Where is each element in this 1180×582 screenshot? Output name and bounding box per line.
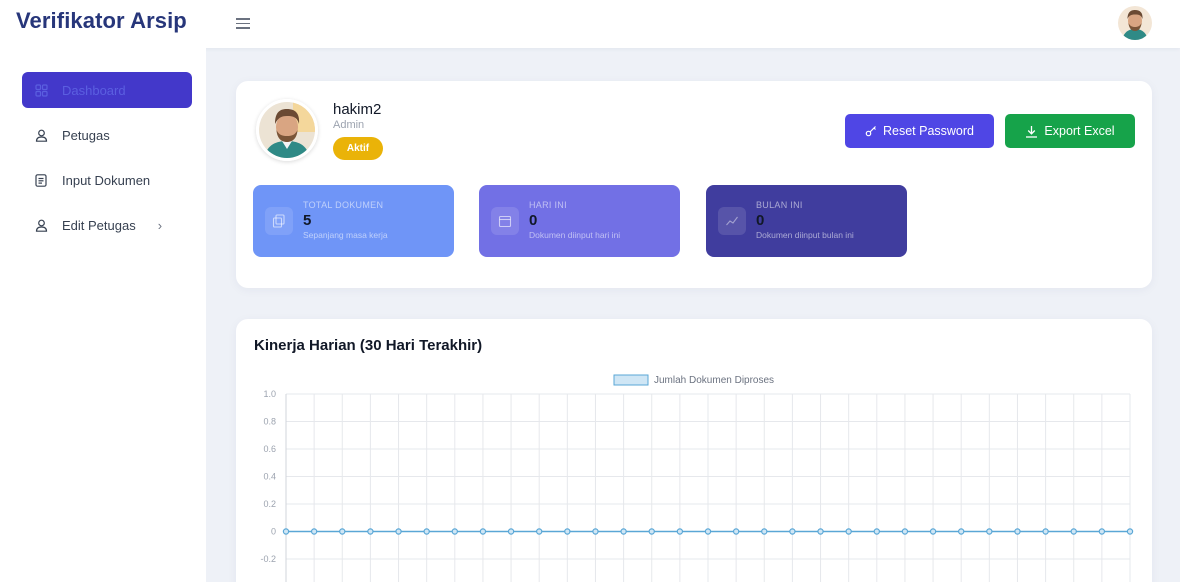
stat-value: 5 bbox=[303, 212, 312, 229]
sidebar-item-label: Input Dokumen bbox=[62, 172, 151, 188]
data-point bbox=[958, 528, 965, 535]
sidebar-item-edit-petugas[interactable]: Edit Petugas › bbox=[22, 207, 192, 243]
data-point bbox=[761, 528, 768, 535]
export-excel-button[interactable]: Export Excel bbox=[1005, 114, 1135, 148]
stat-card-total-dokumen: TOTAL DOKUMEN 5 Sepanjang masa kerja bbox=[253, 185, 454, 257]
data-point bbox=[282, 528, 290, 535]
user-icon bbox=[34, 218, 48, 232]
data-point bbox=[929, 528, 937, 535]
y-tick-label: 0 bbox=[271, 527, 276, 537]
data-point bbox=[620, 528, 627, 535]
data-point bbox=[817, 528, 824, 535]
data-point bbox=[367, 528, 374, 535]
legend-label: Jumlah Dokumen Diproses bbox=[654, 375, 774, 386]
calendar-icon bbox=[491, 207, 519, 235]
data-point bbox=[479, 528, 487, 535]
user-avatar[interactable] bbox=[1118, 6, 1152, 40]
chart-card: Kinerja Harian (30 Hari Terakhir) 1.0 0.8… bbox=[236, 319, 1152, 582]
export-excel-label: Export Excel bbox=[1044, 124, 1115, 138]
profile-name: hakim2 bbox=[333, 101, 382, 118]
data-point bbox=[1126, 528, 1134, 535]
data-point bbox=[704, 528, 712, 535]
data-point bbox=[339, 528, 346, 535]
document-icon bbox=[34, 173, 48, 187]
data-point bbox=[845, 528, 852, 535]
data-point bbox=[564, 528, 571, 535]
stat-description: Sepanjang masa kerja bbox=[303, 230, 388, 240]
data-point bbox=[676, 528, 684, 535]
profile-role: Admin bbox=[333, 119, 365, 131]
reset-password-label: Reset Password bbox=[882, 124, 974, 138]
key-icon bbox=[865, 126, 876, 137]
y-tick-label: 0.2 bbox=[263, 499, 276, 509]
data-point bbox=[789, 528, 796, 535]
top-header: Verifikator Arsip bbox=[0, 0, 1180, 48]
stat-value: 0 bbox=[756, 212, 765, 229]
sidebar-item-petugas[interactable]: Petugas bbox=[22, 117, 192, 153]
y-tick-label: 1.0 bbox=[263, 389, 276, 399]
data-point bbox=[1098, 528, 1106, 535]
y-tick-label: 0.4 bbox=[263, 472, 276, 482]
chart-icon bbox=[718, 207, 746, 235]
data-point bbox=[1014, 528, 1021, 535]
data-point bbox=[536, 528, 543, 535]
y-tick-label: -0.2 bbox=[260, 554, 276, 564]
profile-card: hakim2 Admin Aktif Reset Password Export… bbox=[236, 81, 1152, 288]
app-title[interactable]: Verifikator Arsip bbox=[16, 8, 187, 34]
data-point bbox=[507, 528, 515, 535]
y-tick-label: 0.8 bbox=[263, 417, 276, 427]
stat-description: Dokumen diinput bulan ini bbox=[756, 230, 854, 240]
data-point bbox=[310, 528, 318, 535]
sidebar-item-label: Edit Petugas bbox=[62, 217, 136, 233]
chevron-right-icon[interactable]: › bbox=[158, 218, 162, 233]
sidebar-item-label: Dashboard bbox=[62, 82, 126, 98]
user-icon bbox=[34, 128, 48, 142]
y-tick-label: 0.6 bbox=[263, 444, 276, 454]
stat-value: 0 bbox=[529, 212, 538, 229]
sidebar-item-input-dokumen[interactable]: Input Dokumen bbox=[22, 162, 192, 198]
data-point bbox=[395, 528, 402, 535]
data-point bbox=[986, 528, 993, 535]
stat-card-bulan-ini: BULAN INI 0 Dokumen diinput bulan ini bbox=[706, 185, 907, 257]
stat-description: Dokumen diinput hari ini bbox=[529, 230, 621, 240]
stat-card-hari-ini: HARI INI 0 Dokumen diinput hari ini bbox=[479, 185, 680, 257]
daily-performance-chart: 1.0 0.8 0.6 0.4 0.2 0 -0.2 Jumlah Dokumen Dipro… bbox=[260, 374, 1134, 582]
data-point bbox=[423, 528, 430, 535]
stat-label: HARI INI bbox=[529, 200, 567, 210]
data-point bbox=[592, 528, 599, 535]
sidebar-item-label: Petugas bbox=[62, 127, 110, 143]
data-point bbox=[732, 528, 740, 535]
documents-icon bbox=[265, 207, 293, 235]
sidebar: Dashboard Petugas Input Dokumen Edit Pet… bbox=[0, 48, 206, 582]
data-point bbox=[901, 528, 909, 535]
sidebar-item-dashboard[interactable]: Dashboard bbox=[22, 72, 192, 108]
reset-password-button[interactable]: Reset Password bbox=[845, 114, 994, 148]
dashboard-grid-icon bbox=[34, 83, 48, 97]
menu-toggle-icon[interactable] bbox=[236, 18, 250, 29]
stat-label: TOTAL DOKUMEN bbox=[303, 200, 384, 210]
data-point bbox=[648, 528, 655, 535]
data-point bbox=[1070, 528, 1077, 535]
download-icon bbox=[1026, 125, 1038, 138]
profile-avatar bbox=[256, 99, 318, 161]
data-point bbox=[873, 528, 881, 535]
data-point bbox=[451, 528, 458, 535]
stat-label: BULAN INI bbox=[756, 200, 803, 210]
data-point bbox=[1042, 528, 1049, 535]
status-badge: Aktif bbox=[333, 137, 383, 160]
legend-swatch bbox=[613, 374, 649, 386]
